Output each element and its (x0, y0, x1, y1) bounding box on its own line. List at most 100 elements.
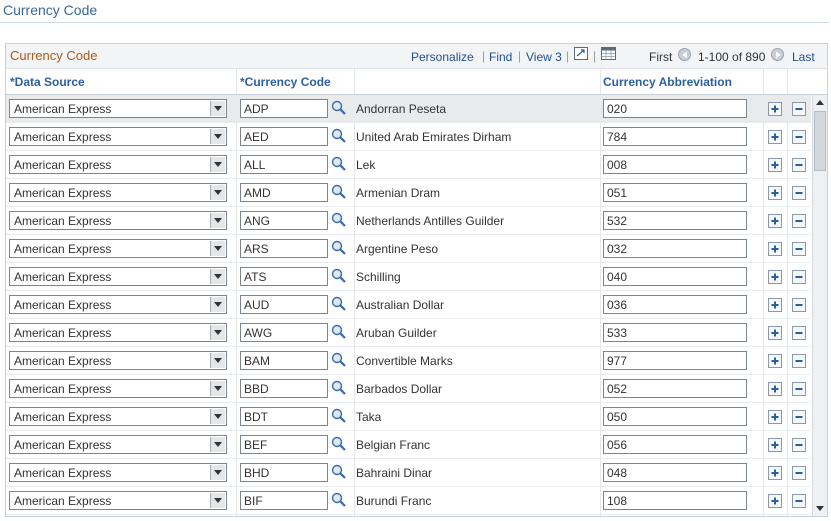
scroll-down-icon[interactable] (813, 501, 827, 515)
add-row-icon[interactable] (768, 438, 782, 452)
delete-row-icon[interactable] (792, 186, 806, 200)
delete-row-icon[interactable] (792, 298, 806, 312)
dropdown-arrow-icon[interactable] (210, 101, 225, 116)
currency-code-input[interactable]: AWG (240, 323, 328, 342)
scroll-up-icon[interactable] (813, 96, 827, 110)
download-grid-icon[interactable] (601, 47, 616, 60)
currency-code-input[interactable]: AED (240, 127, 328, 146)
delete-row-icon[interactable] (792, 410, 806, 424)
delete-row-icon[interactable] (792, 270, 806, 284)
data-source-select[interactable]: American Express (9, 323, 227, 342)
currency-code-input[interactable]: ANG (240, 211, 328, 230)
table-row[interactable]: American Express BHD Bahraini Dinar 048 (6, 459, 811, 487)
lookup-icon[interactable] (331, 296, 347, 312)
currency-abbreviation-input[interactable]: 533 (603, 323, 747, 342)
table-row[interactable]: American Express ATS Schilling 040 (6, 263, 811, 291)
data-source-select[interactable]: American Express (9, 239, 227, 258)
personalize-link[interactable]: Personalize (411, 50, 474, 64)
lookup-icon[interactable] (331, 100, 347, 116)
add-row-icon[interactable] (768, 158, 782, 172)
add-row-icon[interactable] (768, 242, 782, 256)
dropdown-arrow-icon[interactable] (210, 353, 225, 368)
currency-code-input[interactable]: BBD (240, 379, 328, 398)
table-row[interactable]: American Express BEF Belgian Franc 056 (6, 431, 811, 459)
previous-page-icon[interactable] (678, 48, 691, 61)
lookup-icon[interactable] (331, 464, 347, 480)
delete-row-icon[interactable] (792, 382, 806, 396)
delete-row-icon[interactable] (792, 102, 806, 116)
add-row-icon[interactable] (768, 186, 782, 200)
currency-code-input[interactable]: ADP (240, 99, 328, 118)
data-source-select[interactable]: American Express (9, 267, 227, 286)
data-source-select[interactable]: American Express (9, 295, 227, 314)
lookup-icon[interactable] (331, 268, 347, 284)
add-row-icon[interactable] (768, 270, 782, 284)
delete-row-icon[interactable] (792, 466, 806, 480)
lookup-icon[interactable] (331, 380, 347, 396)
currency-abbreviation-input[interactable]: 036 (603, 295, 747, 314)
add-row-icon[interactable] (768, 214, 782, 228)
currency-abbreviation-input[interactable]: 051 (603, 183, 747, 202)
table-row[interactable]: American Express BIF Burundi Franc 108 (6, 487, 811, 515)
currency-abbreviation-input[interactable]: 108 (603, 491, 747, 510)
currency-code-input[interactable]: BDT (240, 407, 328, 426)
add-row-icon[interactable] (768, 354, 782, 368)
currency-abbreviation-input[interactable]: 532 (603, 211, 747, 230)
currency-abbreviation-input[interactable]: 056 (603, 435, 747, 454)
currency-abbreviation-input[interactable]: 032 (603, 239, 747, 258)
data-source-select[interactable]: American Express (9, 491, 227, 510)
delete-row-icon[interactable] (792, 494, 806, 508)
add-row-icon[interactable] (768, 382, 782, 396)
currency-code-input[interactable]: BIF (240, 491, 328, 510)
data-source-select[interactable]: American Express (9, 407, 227, 426)
currency-code-input[interactable]: BHD (240, 463, 328, 482)
lookup-icon[interactable] (331, 184, 347, 200)
currency-code-input[interactable]: BAM (240, 351, 328, 370)
dropdown-arrow-icon[interactable] (210, 241, 225, 256)
table-row[interactable]: American Express AED United Arab Emirate… (6, 123, 811, 151)
zoom-icon[interactable] (574, 47, 588, 60)
data-source-select[interactable]: American Express (9, 127, 227, 146)
currency-abbreviation-input[interactable]: 050 (603, 407, 747, 426)
delete-row-icon[interactable] (792, 354, 806, 368)
data-source-select[interactable]: American Express (9, 211, 227, 230)
currency-abbreviation-input[interactable]: 020 (603, 99, 747, 118)
currency-code-input[interactable]: ATS (240, 267, 328, 286)
table-row[interactable]: American Express BDT Taka 050 (6, 403, 811, 431)
lookup-icon[interactable] (331, 408, 347, 424)
dropdown-arrow-icon[interactable] (210, 157, 225, 172)
lookup-icon[interactable] (331, 128, 347, 144)
column-header-currency-abbreviation[interactable]: Currency Abbreviation (603, 69, 732, 95)
dropdown-arrow-icon[interactable] (210, 465, 225, 480)
add-row-icon[interactable] (768, 298, 782, 312)
delete-row-icon[interactable] (792, 214, 806, 228)
dropdown-arrow-icon[interactable] (210, 325, 225, 340)
lookup-icon[interactable] (331, 324, 347, 340)
currency-abbreviation-input[interactable]: 048 (603, 463, 747, 482)
table-row[interactable]: American Express AWG Aruban Guilder 533 (6, 319, 811, 347)
dropdown-arrow-icon[interactable] (210, 129, 225, 144)
lookup-icon[interactable] (331, 436, 347, 452)
add-row-icon[interactable] (768, 102, 782, 116)
lookup-icon[interactable] (331, 492, 347, 508)
lookup-icon[interactable] (331, 352, 347, 368)
lookup-icon[interactable] (331, 240, 347, 256)
next-page-icon[interactable] (771, 48, 784, 61)
vertical-scrollbar[interactable] (812, 95, 827, 516)
table-row[interactable]: American Express BBD Barbados Dollar 052 (6, 375, 811, 403)
data-source-select[interactable]: American Express (9, 183, 227, 202)
add-row-icon[interactable] (768, 326, 782, 340)
currency-code-input[interactable]: AUD (240, 295, 328, 314)
lookup-icon[interactable] (331, 156, 347, 172)
currency-abbreviation-input[interactable]: 052 (603, 379, 747, 398)
data-source-select[interactable]: American Express (9, 351, 227, 370)
table-row[interactable]: American Express ARS Argentine Peso 032 (6, 235, 811, 263)
data-source-select[interactable]: American Express (9, 435, 227, 454)
add-row-icon[interactable] (768, 410, 782, 424)
table-row[interactable]: American Express AMD Armenian Dram 051 (6, 179, 811, 207)
delete-row-icon[interactable] (792, 438, 806, 452)
delete-row-icon[interactable] (792, 326, 806, 340)
dropdown-arrow-icon[interactable] (210, 297, 225, 312)
currency-code-input[interactable]: ARS (240, 239, 328, 258)
add-row-icon[interactable] (768, 130, 782, 144)
